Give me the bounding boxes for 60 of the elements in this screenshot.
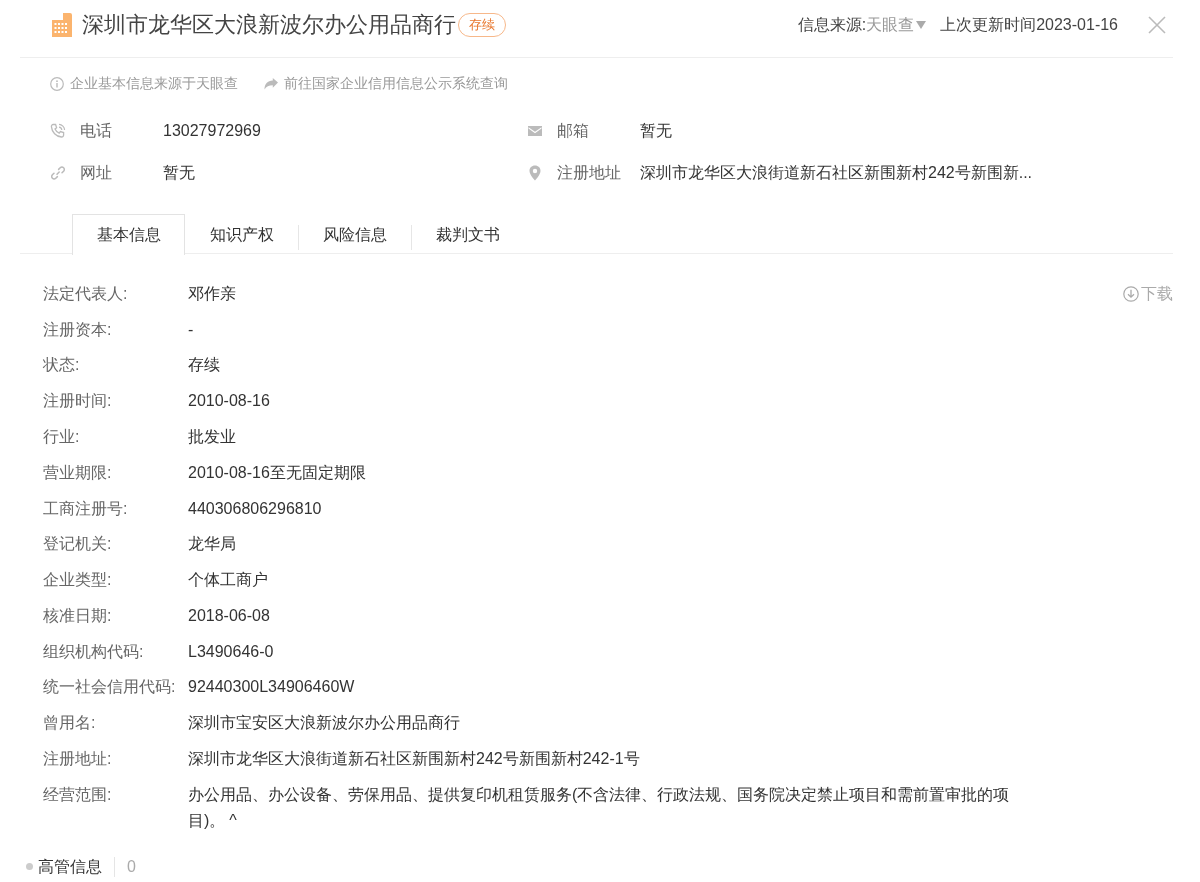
field-value: 2010-08-16: [188, 391, 270, 412]
bullet-dot-icon: [26, 863, 33, 871]
building-icon: [52, 13, 72, 37]
field-value: 2010-08-16至无固定期限: [188, 462, 366, 483]
source-note: 企业基本信息来源于天眼查: [50, 73, 238, 95]
field-label: 统一社会信用代码:: [43, 677, 177, 698]
section-count: 0: [127, 856, 136, 877]
section-title: 高管信息: [38, 856, 102, 877]
field-value: 440306806296810: [188, 498, 322, 519]
download-icon: [1123, 285, 1139, 302]
contact-label: 网址: [80, 163, 113, 183]
field-label: 企业类型:: [43, 570, 113, 591]
field-label: 注册资本:: [43, 319, 113, 340]
field-value: 批发业: [188, 427, 236, 447]
tab[interactable]: 风险信息: [298, 214, 411, 254]
contact-value: 暂无: [163, 163, 195, 183]
collapse-toggle[interactable]: ^: [229, 811, 237, 829]
info-icon: [50, 77, 64, 91]
field-value: 2018-06-08: [188, 605, 270, 626]
field-value: 个体工商户: [188, 570, 268, 591]
envelope-icon: [527, 123, 543, 139]
field-label: 状态:: [43, 355, 81, 376]
field-value: 存续: [188, 355, 220, 376]
contact-label: 电话: [80, 121, 113, 141]
field-label: 工商注册号:: [43, 498, 129, 519]
field-label: 登记机关:: [43, 534, 113, 555]
field-value: 邓作亲: [188, 283, 236, 304]
link-icon: [50, 165, 66, 181]
field-value: -: [188, 319, 194, 340]
field-value: 92440300L34906460W: [188, 677, 355, 698]
field-value: L3490646-0: [188, 641, 274, 662]
share-arrow-icon: [264, 77, 278, 91]
field-value: 深圳市宝安区大浪新波尔办公用品商行: [188, 713, 460, 734]
contact-label: 注册地址: [557, 163, 622, 183]
field-label: 营业期限:: [43, 462, 113, 483]
company-name: 深圳市龙华区大浪新波尔办公用品商行: [82, 11, 456, 39]
field-label: 注册时间:: [43, 391, 113, 412]
contact-value: 深圳市龙华区大浪街道新石社区新围新村242号新围新...: [640, 163, 1033, 183]
field-label: 行业:: [43, 427, 81, 447]
tab[interactable]: 基本信息: [72, 214, 185, 255]
field-value: 深圳市龙华区大浪街道新石社区新围新村242号新围新村242-1号: [188, 749, 640, 770]
close-icon[interactable]: [1148, 16, 1166, 34]
field-label: 法定代表人:: [43, 283, 129, 304]
map-pin-icon: [527, 165, 543, 181]
update-time: 上次更新时间2023-01-16: [940, 15, 1118, 35]
contact-value: 暂无: [640, 121, 672, 141]
field-label: 经营范围:: [43, 784, 113, 805]
tab[interactable]: 知识产权: [185, 214, 298, 254]
caret-icon: [916, 21, 927, 29]
field-value: 办公用品、办公设备、劳保用品、提供复印机租赁服务(不含法律、行政法规、国务院决定禁止项目和需前置审批的项目)。 ^: [188, 784, 1011, 831]
field-label: 曾用名:: [43, 713, 97, 734]
contact-label: 邮箱: [557, 121, 590, 141]
phone-icon: [50, 123, 66, 139]
contact-value: 13027972969: [163, 121, 261, 141]
field-label: 核准日期:: [43, 605, 113, 626]
tab[interactable]: 裁判文书: [411, 214, 524, 254]
field-label: 组织机构代码:: [43, 641, 145, 662]
field-value: 龙华局: [188, 534, 236, 555]
source-label: 信息来源:: [797, 15, 867, 35]
field-label: 注册地址:: [43, 749, 113, 770]
